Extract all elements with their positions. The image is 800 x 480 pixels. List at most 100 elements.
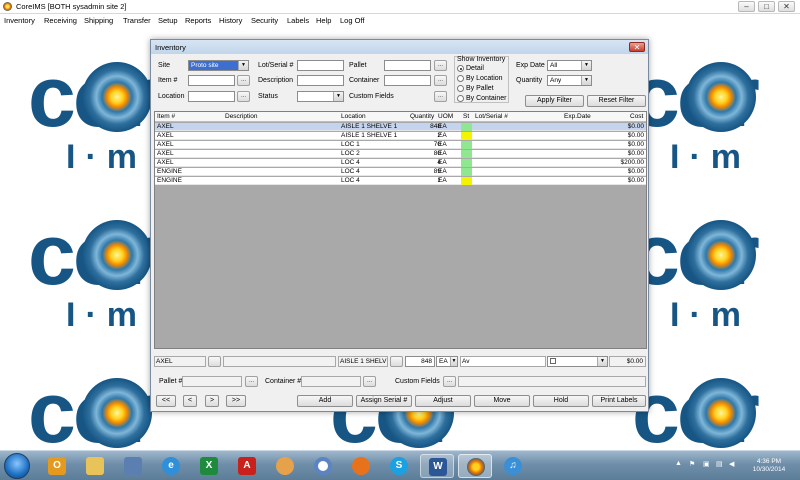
menu-history[interactable]: History bbox=[219, 16, 242, 25]
taskbar-circle-icon[interactable] bbox=[306, 454, 340, 478]
checkbox-icon[interactable] bbox=[550, 358, 556, 364]
chevron-down-icon[interactable]: ▼ bbox=[333, 92, 343, 101]
col-item[interactable]: Item # bbox=[157, 113, 175, 120]
menu-setup[interactable]: Setup bbox=[158, 16, 178, 25]
table-row[interactable]: AXEL AISLE 1 SHELVE 1 2 EA $0.00 bbox=[155, 132, 646, 140]
menu-transfer[interactable]: Transfer bbox=[123, 16, 151, 25]
table-row[interactable]: AXEL LOC 4 4 EA $200.00 bbox=[155, 159, 646, 167]
chevron-down-icon[interactable]: ▼ bbox=[581, 61, 591, 70]
container-number-lookup[interactable]: ... bbox=[363, 376, 376, 387]
tray-volume-icon[interactable]: ◀ bbox=[729, 460, 734, 468]
move-button[interactable]: Move bbox=[474, 395, 530, 407]
add-button[interactable]: Add bbox=[297, 395, 353, 407]
col-status[interactable]: St bbox=[463, 113, 469, 120]
taskbar-excel-icon[interactable]: X bbox=[192, 454, 226, 478]
system-clock[interactable]: 4:36 PM 10/30/2014 bbox=[744, 458, 794, 474]
bottom-custom-fields-button[interactable]: ... bbox=[443, 376, 456, 387]
menu-shipping[interactable]: Shipping bbox=[84, 16, 113, 25]
menu-reports[interactable]: Reports bbox=[185, 16, 211, 25]
custom-fields-button[interactable]: ... bbox=[434, 91, 447, 102]
menu-logoff[interactable]: Log Off bbox=[340, 16, 364, 25]
pallet-lookup-button[interactable]: ... bbox=[434, 60, 447, 71]
taskbar-acrobat-icon[interactable]: A bbox=[230, 454, 264, 478]
show-detail-radio[interactable] bbox=[457, 65, 464, 72]
quantity-select[interactable]: Any ▼ bbox=[547, 75, 592, 86]
edit-item-lookup[interactable] bbox=[208, 356, 221, 367]
pallet-input[interactable] bbox=[384, 60, 431, 71]
edit-uom-select[interactable]: EA ▼ bbox=[436, 356, 458, 367]
next-record-button[interactable]: > bbox=[205, 395, 219, 407]
show-by-location-radio[interactable] bbox=[457, 75, 464, 82]
col-quantity[interactable]: Quantity bbox=[410, 113, 434, 120]
assign-serial-button[interactable]: Assign Serial # bbox=[356, 395, 412, 407]
col-lot[interactable]: Lot/Serial # bbox=[475, 113, 508, 120]
inventory-close-button[interactable]: ✕ bbox=[629, 42, 645, 52]
chevron-down-icon[interactable]: ▼ bbox=[450, 357, 457, 366]
tray-flag-icon[interactable]: ⚑ bbox=[689, 460, 695, 468]
show-by-container-radio[interactable] bbox=[457, 95, 464, 102]
col-location[interactable]: Location bbox=[341, 113, 366, 120]
edit-status-field[interactable]: Av bbox=[460, 356, 546, 367]
tray-network-icon[interactable]: ▤ bbox=[716, 460, 723, 468]
status-select[interactable]: ▼ bbox=[297, 91, 344, 102]
inventory-grid[interactable]: Item # Description Location Quantity UOM… bbox=[154, 111, 647, 349]
location-lookup-button[interactable]: ... bbox=[237, 91, 250, 102]
pallet-number-lookup[interactable]: ... bbox=[245, 376, 258, 387]
table-row[interactable]: AXEL LOC 1 70 EA $0.00 bbox=[155, 141, 646, 149]
edit-quantity-field[interactable]: 848 bbox=[405, 356, 435, 367]
taskbar-ie-icon[interactable]: e bbox=[154, 454, 188, 478]
taskbar-outlook-icon[interactable]: O bbox=[40, 454, 74, 478]
first-record-button[interactable]: << bbox=[156, 395, 176, 407]
container-lookup-button[interactable]: ... bbox=[434, 75, 447, 86]
menu-inventory[interactable]: Inventory bbox=[4, 16, 35, 25]
taskbar-firefox-icon[interactable] bbox=[344, 454, 378, 478]
taskbar-flower-icon[interactable] bbox=[268, 454, 302, 478]
container-number-field[interactable] bbox=[301, 376, 361, 387]
windows-start-icon[interactable] bbox=[4, 453, 30, 479]
location-input[interactable] bbox=[188, 91, 235, 102]
edit-location-field[interactable]: AISLE 1 SHELV bbox=[338, 356, 388, 367]
table-row[interactable]: ENGINE LOC 4 1 EA $0.00 bbox=[155, 177, 646, 185]
chevron-down-icon[interactable]: ▼ bbox=[581, 76, 591, 85]
pallet-number-field[interactable] bbox=[182, 376, 242, 387]
taskbar-explorer-icon[interactable] bbox=[78, 454, 112, 478]
table-row[interactable]: AXEL LOC 2 80 EA $0.00 bbox=[155, 150, 646, 158]
minimize-button[interactable]: – bbox=[738, 1, 755, 12]
taskbar-coreims-icon[interactable] bbox=[458, 454, 492, 478]
prev-record-button[interactable]: < bbox=[183, 395, 197, 407]
taskbar-skype-icon[interactable]: S bbox=[382, 454, 416, 478]
menu-labels[interactable]: Labels bbox=[287, 16, 309, 25]
print-labels-button[interactable]: Print Labels bbox=[592, 395, 646, 407]
site-select[interactable]: Proto site ▼ bbox=[188, 60, 249, 71]
table-row[interactable]: ENGINE LOC 4 89 EA $0.00 bbox=[155, 168, 646, 176]
last-record-button[interactable]: >> bbox=[226, 395, 246, 407]
apply-filter-button[interactable]: Apply Filter bbox=[525, 95, 584, 107]
show-by-pallet-radio[interactable] bbox=[457, 85, 464, 92]
hold-button[interactable]: Hold bbox=[533, 395, 589, 407]
menu-security[interactable]: Security bbox=[251, 16, 278, 25]
edit-location-lookup[interactable] bbox=[390, 356, 403, 367]
table-row[interactable]: AXEL AISLE 1 SHELVE 1 848 EA $0.00 bbox=[155, 123, 646, 131]
menu-receiving[interactable]: Receiving bbox=[44, 16, 77, 25]
taskbar-itunes-icon[interactable]: ♫ bbox=[496, 454, 530, 478]
lot-input[interactable] bbox=[297, 60, 344, 71]
app-close-button[interactable]: ✕ bbox=[778, 1, 795, 12]
edit-description-field[interactable] bbox=[223, 356, 336, 367]
reset-filter-button[interactable]: Reset Filter bbox=[587, 95, 646, 107]
container-input[interactable] bbox=[384, 75, 431, 86]
exp-date-select[interactable]: All ▼ bbox=[547, 60, 592, 71]
edit-item-field[interactable]: AXEL bbox=[154, 356, 206, 367]
col-exp-date[interactable]: Exp.Date bbox=[564, 113, 591, 120]
tray-chevron-icon[interactable]: ▲ bbox=[675, 460, 682, 467]
adjust-button[interactable]: Adjust bbox=[415, 395, 471, 407]
tray-device-icon[interactable]: ▣ bbox=[703, 460, 710, 468]
chevron-down-icon[interactable]: ▼ bbox=[238, 61, 248, 70]
col-uom[interactable]: UOM bbox=[438, 113, 453, 120]
maximize-button[interactable]: □ bbox=[758, 1, 775, 12]
description-input[interactable] bbox=[297, 75, 344, 86]
taskbar-network-icon[interactable] bbox=[116, 454, 150, 478]
taskbar-word-icon[interactable]: W bbox=[420, 454, 454, 478]
menu-help[interactable]: Help bbox=[316, 16, 331, 25]
chevron-down-icon[interactable]: ▼ bbox=[597, 357, 607, 366]
item-lookup-button[interactable]: ... bbox=[237, 75, 250, 86]
